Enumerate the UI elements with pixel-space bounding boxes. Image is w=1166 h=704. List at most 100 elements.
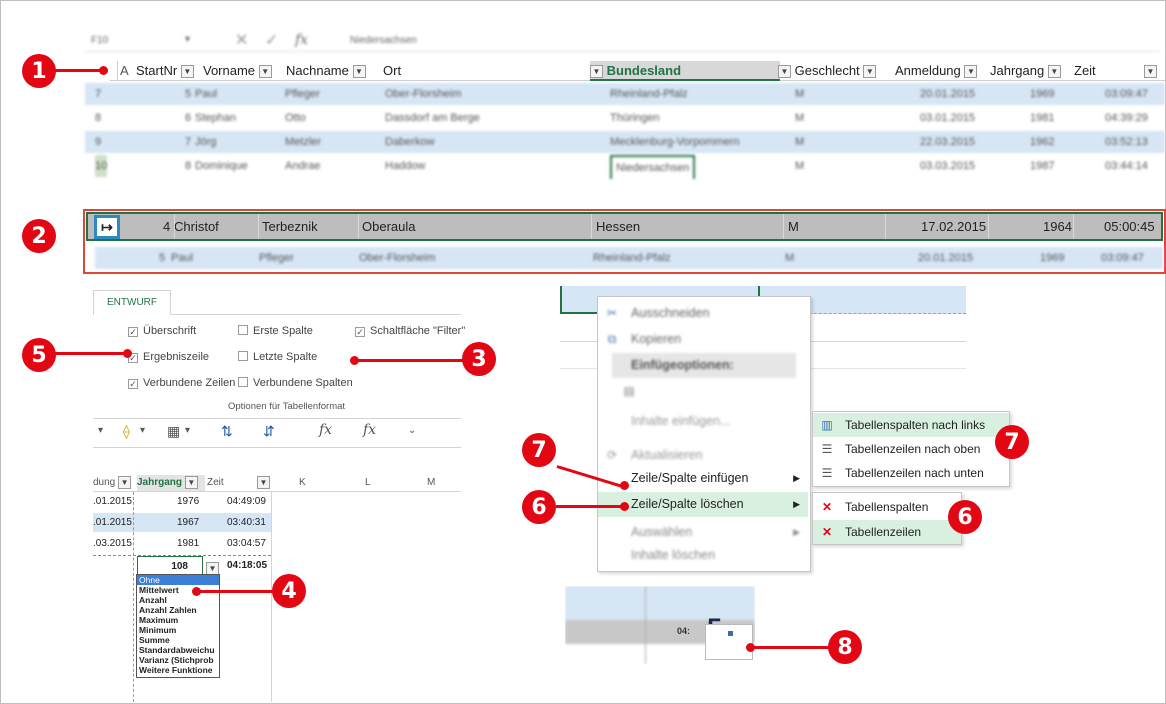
name-box[interactable]: F10 [91, 35, 108, 46]
filter-dropdown-icon[interactable]: ▼ [352, 65, 366, 79]
resize-handle-snippet: 04: 5 [565, 586, 755, 664]
drag-row[interactable]: ↦ 4 Christof Terbeznik Oberaula Hessen M… [86, 212, 1163, 241]
tab-entwurf[interactable]: ENTWURF [93, 290, 171, 315]
callout-5: 5 [22, 338, 56, 372]
checkbox-icon[interactable] [238, 377, 248, 387]
callout-6: 6 [948, 500, 982, 534]
table-row: .01.2015 1976 04:49:09 [93, 492, 271, 511]
option-ergebniszeile[interactable]: ✓ Ergebniszeile [128, 351, 209, 363]
callout-dot [620, 502, 629, 511]
table-header-row: A StartNr ▼ Vorname ▼ Nachname ▼ Ort ▼ B… [110, 61, 1165, 81]
cell-zeit: 05:00:45 [1104, 219, 1155, 234]
menu-item-clear[interactable]: Inhalte löschen [598, 543, 808, 568]
formula-bar: F10 ▾ ✕ ✓ fx Niedersachsen [85, 30, 1160, 52]
menu-item-refresh[interactable]: ⟳ Aktualisieren [598, 443, 808, 468]
filter-dropdown-icon[interactable]: ▼ [118, 475, 132, 489]
dropdown-arrow-icon[interactable]: ▾ [185, 425, 190, 436]
header-geschlecht: ▼ Geschlecht ▼ [778, 61, 877, 81]
filter-dropdown-icon[interactable]: ▼ [1144, 65, 1157, 79]
submenu-item-rows-below[interactable]: ☰ Tabellenzeilen nach unten [813, 461, 1009, 485]
checkbox-icon[interactable]: ✓ [128, 327, 138, 337]
confirm-icon[interactable]: ✓ [265, 30, 278, 50]
submenu-item-delete-rows[interactable]: ✕ Tabellenzeilen [813, 520, 961, 544]
cell-nachname: Terbeznik [262, 219, 318, 234]
checkbox-icon[interactable] [238, 351, 248, 361]
callout-7: 7 [522, 433, 556, 467]
checkbox-icon[interactable]: ✓ [128, 379, 138, 389]
sort-ascending-icon[interactable]: ⇅ [221, 423, 233, 440]
menu-item-select[interactable]: Auswählen ▶ [598, 520, 808, 545]
cell-startnr: 4 [163, 219, 171, 234]
menu-item-delete[interactable]: Zeile/Spalte löschen ▶ [598, 492, 808, 517]
checkbox-icon[interactable]: ✓ [355, 327, 365, 337]
filter-dropdown-icon[interactable]: ▼ [180, 65, 194, 79]
list-item[interactable]: Minimum [137, 625, 219, 635]
toolbar-strip: ▾ ⟠ ▾ ▦ ▾ ⇅ ⇵ fx fx ⌄ [93, 418, 461, 448]
dropdown-arrow-icon[interactable]: ▾ [98, 425, 103, 436]
overflow-icon[interactable]: ⌄ [408, 425, 416, 436]
list-item[interactable]: Varianz (Stichprob [137, 655, 219, 665]
option-verbundene-spalten[interactable]: Verbundene Spalten [238, 377, 353, 389]
totals-jahrgang-cell[interactable]: 108 [137, 556, 203, 575]
insert-submenu: ▥ Tabellenspalten nach links ☰ Tabellenzei… [812, 411, 1010, 487]
submenu-item-delete-columns[interactable]: ✕ Tabellenspalten [813, 495, 961, 519]
list-item[interactable]: Standardabweichu [137, 645, 219, 655]
fx-icon[interactable]: fx [295, 32, 308, 48]
format-table-icon[interactable]: ▦ [167, 423, 180, 440]
menu-item-cut[interactable]: ✂ Ausschneiden [598, 301, 808, 326]
menu-item-paste-options: Einfügeoptionen: [612, 353, 796, 378]
cancel-icon[interactable]: ✕ [235, 30, 248, 50]
filter-dropdown-icon[interactable]: ▼ [964, 65, 978, 79]
option-ueberschrift[interactable]: ✓ Überschrift [128, 325, 196, 337]
callout-line [556, 505, 624, 508]
dropdown-arrow-icon[interactable]: ▾ [140, 425, 145, 436]
submenu-arrow-icon: ▶ [793, 473, 800, 483]
resize-handle[interactable] [705, 624, 753, 660]
header-zeit-dropdown: ▼ [1144, 61, 1157, 81]
sort-descending-icon[interactable]: ⇵ [263, 423, 275, 440]
list-item[interactable]: Weitere Funktione [137, 665, 219, 675]
row-header-corner [110, 61, 118, 81]
option-filter-button[interactable]: ✓ Schaltfläche "Filter" [355, 325, 465, 337]
name-box-dropdown-icon[interactable]: ▾ [185, 34, 190, 45]
fill-color-icon[interactable]: ⟠ [123, 423, 130, 440]
delete-rows-icon: ✕ [821, 525, 833, 539]
submenu-item-columns-left[interactable]: ▥ Tabellenspalten nach links [813, 413, 1009, 437]
drag-handle[interactable]: ↦ [94, 215, 120, 239]
fx-icon[interactable]: fx [363, 422, 376, 438]
filter-dropdown-icon[interactable]: ▼ [590, 65, 603, 79]
option-verbundene-zeilen[interactable]: ✓ Verbundene Zeilen [128, 377, 235, 389]
list-item[interactable]: Anzahl Zahlen [137, 605, 219, 615]
callout-8: 8 [828, 630, 862, 664]
checkbox-icon[interactable] [238, 325, 248, 335]
column-divider [133, 492, 134, 702]
formula-input[interactable]: Niedersachsen [350, 35, 417, 46]
filter-dropdown-icon[interactable]: ▼ [257, 475, 270, 489]
filter-dropdown-icon[interactable]: ▼ [258, 65, 272, 79]
menu-item-copy[interactable]: ⧉ Kopieren [598, 327, 808, 352]
option-letzte-spalte[interactable]: Letzte Spalte [238, 351, 317, 363]
menu-item-paste-special[interactable]: Inhalte einfügen... [598, 409, 808, 434]
mini-sheet-header: dung ▼ Jahrgang ▼ Zeit ▼ K L M [93, 474, 461, 492]
filter-dropdown-icon[interactable]: ▼ [184, 475, 198, 489]
list-item[interactable]: Anzahl [137, 595, 219, 605]
callout-2: 2 [22, 219, 56, 253]
menu-item-insert[interactable]: Zeile/Spalte einfügen ▶ [598, 466, 808, 491]
submenu-arrow-icon: ▶ [793, 499, 800, 509]
filter-dropdown-icon[interactable]: ▼ [778, 65, 791, 79]
option-erste-spalte[interactable]: Erste Spalte [238, 325, 313, 337]
cell-anmeldung: 17.02.2015 [921, 219, 987, 234]
paste-icon[interactable]: ▤ [598, 379, 808, 404]
header-ort: Ort [383, 63, 402, 78]
filter-dropdown-icon[interactable]: ▼ [863, 65, 877, 79]
filter-dropdown-icon[interactable]: ▼ [1047, 65, 1061, 79]
fx-icon[interactable]: fx [319, 422, 332, 438]
table-row: .03.2015 1981 03:04:57 [93, 534, 271, 553]
list-item[interactable]: Maximum [137, 615, 219, 625]
list-item[interactable]: Ohne [137, 575, 219, 585]
callout-6: 6 [522, 490, 556, 524]
copy-icon: ⧉ [607, 332, 617, 346]
submenu-item-rows-above[interactable]: ☰ Tabellenzeilen nach oben [813, 437, 1009, 461]
table-row: 10 8 Dominique Andrae Haddow Niedersachsen M 03… [85, 155, 1165, 179]
list-item[interactable]: Summe [137, 635, 219, 645]
